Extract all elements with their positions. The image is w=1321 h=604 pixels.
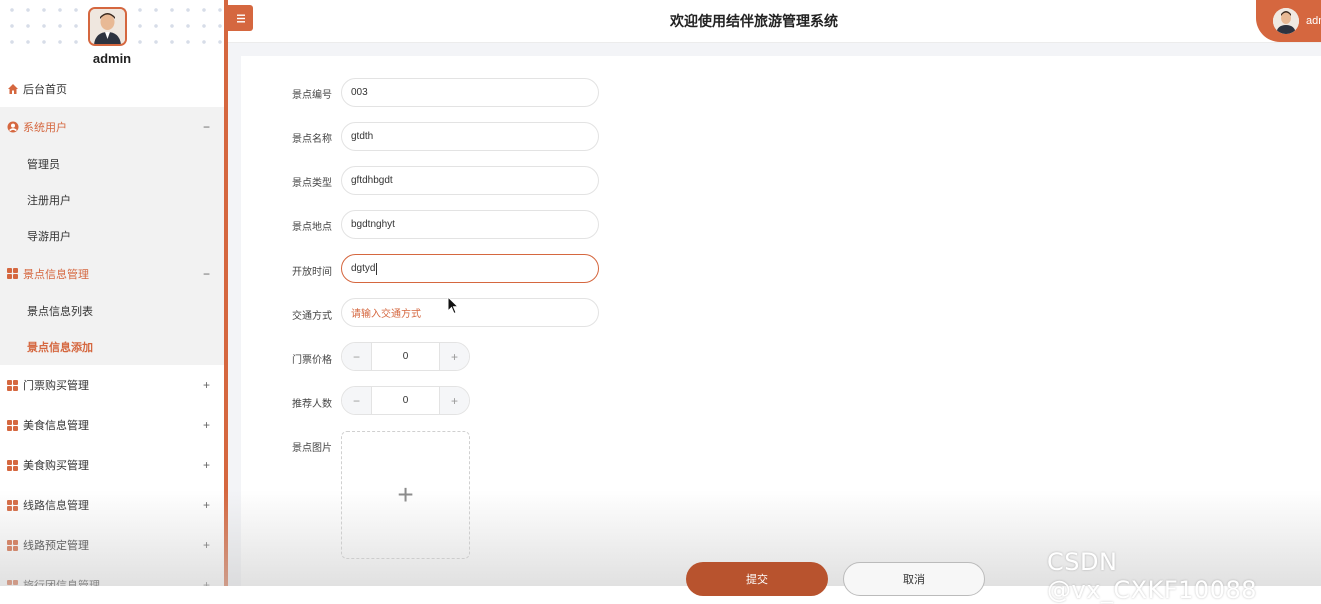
sidebar-item-label: 美食信息管理: [23, 420, 89, 432]
sidebar-item-label: 后台首页: [23, 84, 67, 96]
field-label: 景点类型: [292, 178, 332, 189]
field-label: 景点名称: [292, 134, 332, 145]
field-label: 门票价格: [292, 355, 332, 366]
sidebar-item-tour-group[interactable]: 旅行团信息管理 +: [0, 565, 224, 586]
field-label: 景点编号: [292, 90, 332, 101]
input-value: gftdhbgdt: [351, 175, 393, 186]
input-value: gtdth: [351, 131, 374, 142]
plus-icon: +: [397, 479, 414, 510]
sidebar-item-ticket-purchase[interactable]: 门票购买管理 +: [0, 365, 224, 405]
avatar[interactable]: [88, 7, 127, 46]
field-label: 景点图片: [292, 443, 332, 454]
home-icon: [8, 84, 18, 94]
field-label: 交通方式: [292, 311, 332, 322]
sidebar-item-admins[interactable]: 管理员: [0, 146, 224, 182]
decrement-button[interactable]: −: [342, 387, 371, 414]
expand-icon[interactable]: +: [203, 538, 210, 552]
transport-input[interactable]: 请输入交通方式: [341, 298, 599, 327]
sidebar-item-label: 景点信息列表: [27, 306, 93, 318]
avatar-image: [90, 9, 125, 44]
scenic-location-input[interactable]: bgdtnghyt: [341, 210, 599, 239]
input-value: 003: [351, 87, 368, 98]
sidebar-item-food-info[interactable]: 美食信息管理 +: [0, 405, 224, 445]
text-caret: [376, 262, 378, 275]
sidebar-item-registered-users[interactable]: 注册用户: [0, 182, 224, 218]
scenic-type-input[interactable]: gftdhbgdt: [341, 166, 599, 195]
sidebar-item-route-info[interactable]: 线路信息管理 +: [0, 485, 224, 525]
avatar: [1273, 8, 1299, 34]
input-value: dgtyd: [351, 263, 376, 274]
field-label: 推荐人数: [292, 399, 332, 410]
sidebar-item-scenic-add[interactable]: 景点信息添加: [0, 329, 224, 365]
top-header: 欢迎使用结伴旅游管理系统 adm: [228, 0, 1321, 43]
collapse-icon[interactable]: −: [203, 120, 210, 134]
image-upload-area[interactable]: +: [341, 431, 470, 559]
grid-icon: [7, 499, 18, 511]
grid-icon: [7, 268, 18, 279]
input-placeholder: 请输入交通方式: [351, 309, 421, 320]
grid-icon: [7, 459, 18, 471]
sidebar-item-scenic-list[interactable]: 景点信息列表: [0, 293, 224, 329]
grid-icon: [7, 379, 18, 391]
field-label: 景点地点: [292, 222, 332, 233]
recommend-count-stepper[interactable]: − 0 +: [341, 386, 470, 415]
input-value: bgdtnghyt: [351, 219, 395, 230]
user-menu[interactable]: adm: [1256, 0, 1321, 42]
mouse-cursor-icon: [447, 296, 459, 315]
sidebar-item-scenic-management[interactable]: 景点信息管理 −: [0, 254, 224, 293]
sidebar-item-label: 线路预定管理: [23, 540, 89, 552]
expand-icon[interactable]: +: [203, 378, 210, 392]
sidebar-item-food-purchase[interactable]: 美食购买管理 +: [0, 445, 224, 485]
sidebar-menu: 后台首页 系统用户 − 管理员 注册用户 导游用户 景点信息管理 − 景点信息列…: [0, 71, 224, 586]
collapse-icon[interactable]: −: [203, 267, 210, 281]
sidebar-item-label: 线路信息管理: [23, 500, 89, 512]
stepper-value[interactable]: 0: [371, 387, 440, 414]
expand-icon[interactable]: +: [203, 418, 210, 432]
cancel-button[interactable]: 取消: [843, 562, 985, 596]
stepper-value[interactable]: 0: [371, 343, 440, 370]
decrement-button[interactable]: −: [342, 343, 371, 370]
sidebar-item-label: 景点信息添加: [27, 342, 93, 354]
expand-icon[interactable]: +: [203, 498, 210, 512]
sidebar-item-label: 注册用户: [27, 195, 71, 207]
sidebar-item-guide-users[interactable]: 导游用户: [0, 218, 224, 254]
grid-icon: [7, 419, 18, 431]
sidebar-item-label: 旅行团信息管理: [23, 580, 100, 586]
submit-button[interactable]: 提交: [686, 562, 828, 596]
user-name: adm: [1306, 15, 1321, 27]
grid-icon: [7, 579, 18, 586]
avatar-image: [1273, 8, 1299, 34]
opening-time-input[interactable]: dgtyd: [341, 254, 599, 283]
sidebar-item-label: 景点信息管理: [23, 268, 89, 281]
sidebar-item-system-users[interactable]: 系统用户 −: [0, 107, 224, 146]
increment-button[interactable]: +: [440, 343, 469, 370]
sidebar-item-route-booking[interactable]: 线路预定管理 +: [0, 525, 224, 565]
increment-button[interactable]: +: [440, 387, 469, 414]
page-title: 欢迎使用结伴旅游管理系统: [670, 13, 838, 29]
user-circle-icon: [7, 121, 19, 132]
sidebar-item-label: 系统用户: [23, 121, 67, 134]
sidebar-item-label: 美食购买管理: [23, 460, 89, 472]
sidebar-username: admin: [92, 51, 132, 66]
sidebar-item-label: 导游用户: [27, 231, 71, 243]
watermark: CSDN @vx_CXKF10088: [1047, 548, 1257, 604]
sidebar-item-label: 门票购买管理: [23, 380, 89, 392]
scenic-name-input[interactable]: gtdth: [341, 122, 599, 151]
sidebar: admin 后台首页 系统用户 − 管理员 注册用户 导游用户 景点信息管理 −…: [0, 0, 224, 586]
field-label: 开放时间: [292, 267, 332, 278]
sidebar-item-dashboard[interactable]: 后台首页: [0, 71, 224, 107]
expand-icon[interactable]: +: [203, 458, 210, 472]
grid-icon: [7, 539, 18, 551]
expand-icon[interactable]: +: [203, 578, 210, 586]
scenic-id-input[interactable]: 003: [341, 78, 599, 107]
ticket-price-stepper[interactable]: − 0 +: [341, 342, 470, 371]
sidebar-item-label: 管理员: [27, 159, 60, 171]
